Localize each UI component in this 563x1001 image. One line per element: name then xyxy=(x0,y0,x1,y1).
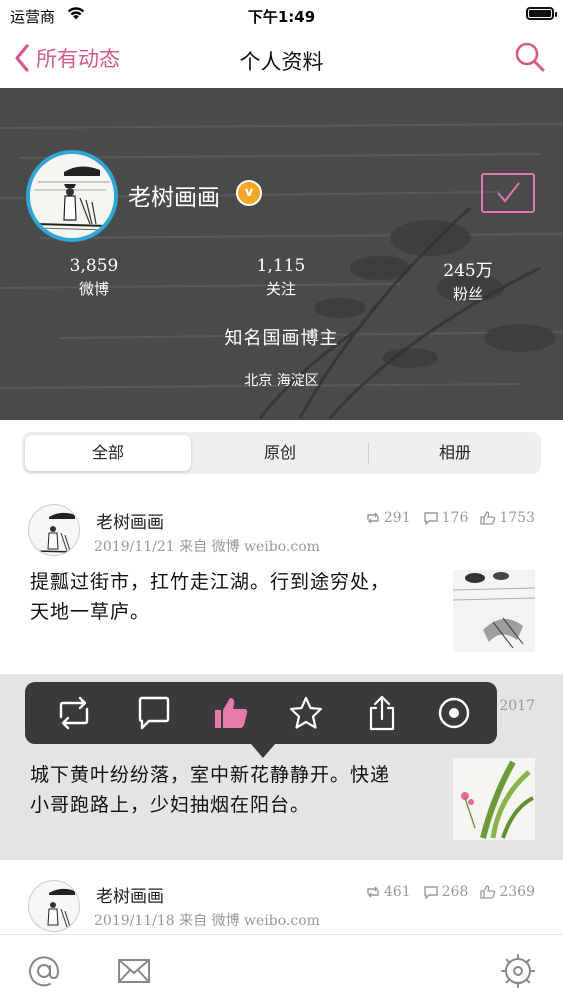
post-text-line: 小哥跑路上，少妇抽烟在阳台。 xyxy=(30,794,311,816)
settings-icon[interactable] xyxy=(500,953,536,989)
repost-icon xyxy=(367,512,379,524)
repost-value: 461 xyxy=(383,884,411,900)
avatar-painting xyxy=(47,888,75,928)
post-text-line: 城下黄叶纷纷落，室中新花静静开。快递 xyxy=(30,764,391,786)
profile-location: 北京 海淀区 xyxy=(244,373,319,389)
tab-original[interactable]: 原创 xyxy=(195,435,365,471)
comment-icon xyxy=(423,512,438,525)
like-count[interactable]: 1753 xyxy=(480,510,535,526)
post-image[interactable] xyxy=(453,758,535,840)
filter-tabs: 全部 原创 相册 xyxy=(22,432,541,474)
search-icon[interactable] xyxy=(513,40,547,74)
checkmark-icon xyxy=(497,182,520,203)
tab-all[interactable]: 全部 xyxy=(25,435,191,471)
post-author[interactable]: 老树画画 xyxy=(96,508,164,533)
stat-value: 3,859 xyxy=(69,256,119,276)
profile-header: 老树画画 v 3,859 微博 1,115 关注 245万 粉丝 知名国画博主 … xyxy=(0,88,563,420)
post-text: 提瓢过街市，扛竹走江湖。行到途穷处， 天地一草庐。 xyxy=(30,567,440,627)
flower-painting-image xyxy=(453,758,535,840)
comment-count[interactable]: 176 xyxy=(423,510,469,526)
like-icon[interactable] xyxy=(212,695,250,731)
post-counts: 461 268 2369 xyxy=(365,884,535,900)
mail-icon[interactable] xyxy=(116,953,152,989)
post-avatar[interactable] xyxy=(28,880,80,932)
tab-bar xyxy=(0,934,563,1001)
stat-value: 245万 xyxy=(443,261,493,281)
popup-arrow xyxy=(251,744,275,758)
comment-count[interactable]: 268 xyxy=(423,884,469,900)
stat-following[interactable]: 1,115 关注 xyxy=(221,256,341,299)
repost-count[interactable]: 291 xyxy=(365,510,411,526)
comment-icon xyxy=(423,886,438,899)
like-count[interactable]: 2369 xyxy=(480,884,535,900)
like-count[interactable]: 2017 xyxy=(499,698,535,714)
stat-posts[interactable]: 3,859 微博 xyxy=(34,256,154,299)
like-value: 1753 xyxy=(499,510,535,526)
post-text: 城下黄叶纷纷落，室中新花静静开。快递 小哥跑路上，少妇抽烟在阳台。 xyxy=(30,760,440,820)
post-meta: 2019/11/18 来自 微博 weibo.com xyxy=(94,913,320,929)
post-avatar[interactable] xyxy=(28,504,80,556)
navigation-bar: 所有动态 个人资料 xyxy=(0,30,563,89)
record-icon[interactable] xyxy=(435,695,473,731)
like-value: 2369 xyxy=(499,884,535,900)
post-counts: 291 176 1753 xyxy=(365,510,535,526)
tab-divider xyxy=(368,442,369,464)
star-icon[interactable] xyxy=(287,695,325,731)
stat-value: 1,115 xyxy=(256,256,306,276)
ink-landscape-image xyxy=(453,570,535,652)
page-title: 个人资料 xyxy=(239,50,324,74)
stat-label: 微博 xyxy=(78,280,109,298)
post-meta: 2019/11/21 来自 微博 weibo.com xyxy=(94,539,320,555)
clock: 下午1:49 xyxy=(247,8,316,26)
avatar-painting xyxy=(32,512,78,553)
profile-avatar[interactable] xyxy=(26,150,118,242)
tab-album[interactable]: 相册 xyxy=(372,435,538,471)
feed-post[interactable]: 老树画画 2019/11/18 来自 微博 weibo.com 461 268 … xyxy=(0,864,563,934)
comment-icon[interactable] xyxy=(135,695,173,731)
post-author[interactable]: 老树画画 xyxy=(96,882,164,907)
profile-bio: 知名国画博主 xyxy=(224,328,339,349)
like-icon xyxy=(480,885,496,899)
battery-icon xyxy=(526,7,557,20)
post-counts: 2017 xyxy=(499,698,535,714)
like-value: 2017 xyxy=(499,698,535,714)
repost-value: 291 xyxy=(383,510,411,526)
repost-icon[interactable] xyxy=(55,695,93,731)
stat-label: 关注 xyxy=(265,280,296,298)
profile-name: 老树画画 xyxy=(128,185,220,211)
like-icon xyxy=(480,511,496,525)
follow-button[interactable] xyxy=(481,173,535,213)
comment-value: 176 xyxy=(441,510,469,526)
share-icon[interactable] xyxy=(363,695,401,731)
repost-count[interactable]: 461 xyxy=(365,884,411,900)
stat-followers[interactable]: 245万 粉丝 xyxy=(408,256,528,304)
status-bar: 运营商 下午1:49 xyxy=(0,0,563,30)
action-popup xyxy=(25,682,497,744)
at-icon[interactable] xyxy=(26,953,62,989)
avatar-painting xyxy=(30,154,114,238)
feed-post[interactable]: 老树画画 2019/11/21 来自 微博 weibo.com 291 176 … xyxy=(0,490,563,670)
verified-badge-icon: v xyxy=(236,180,262,206)
post-text-line: 天地一草庐。 xyxy=(30,601,151,623)
repost-icon xyxy=(367,886,379,898)
post-image[interactable] xyxy=(453,570,535,652)
stat-label: 粉丝 xyxy=(452,285,483,303)
post-text-line: 提瓢过街市，扛竹走江湖。行到途穷处， xyxy=(30,571,391,593)
comment-value: 268 xyxy=(441,884,469,900)
